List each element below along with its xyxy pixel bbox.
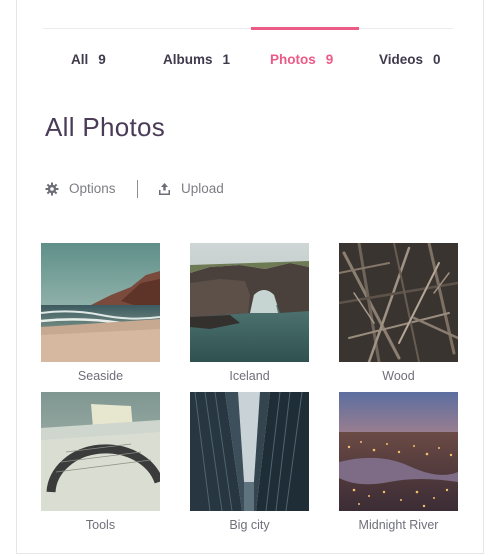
- tab-label: Videos: [379, 52, 424, 67]
- tab-all[interactable]: All 9: [71, 52, 106, 67]
- big-city-photo: [190, 392, 309, 511]
- page-title: All Photos: [45, 112, 166, 142]
- midnight-river-photo: [339, 392, 458, 511]
- photo-caption: Midnight River: [358, 518, 439, 532]
- tab-count: 9: [98, 52, 106, 67]
- photo-thumbnail-wood[interactable]: [339, 243, 458, 362]
- iceland-photo: [190, 243, 309, 362]
- photo-caption: Big city: [229, 518, 270, 532]
- photo-thumbnail-seaside[interactable]: [41, 243, 160, 362]
- photo-thumbnail-midnight-river[interactable]: [339, 392, 458, 511]
- photo-thumbnail-tools[interactable]: [41, 392, 160, 511]
- photo-thumbnail-big-city[interactable]: [190, 392, 309, 511]
- active-tab-indicator: [251, 27, 359, 30]
- tab-photos[interactable]: Photos 9: [270, 52, 333, 67]
- tab-count: 0: [433, 52, 441, 67]
- wood-photo: [339, 243, 458, 362]
- photo-thumbnail-iceland[interactable]: [190, 243, 309, 362]
- options-button[interactable]: Options: [45, 181, 116, 196]
- photo-caption: Seaside: [77, 369, 124, 383]
- photo-caption: Tools: [85, 518, 116, 532]
- options-label: Options: [69, 181, 116, 196]
- photo-caption: Iceland: [229, 369, 270, 383]
- tabs-divider: [43, 28, 453, 29]
- seaside-photo: [41, 243, 160, 362]
- tab-label: Photos: [270, 52, 316, 67]
- tab-count: 1: [222, 52, 231, 67]
- toolbar-divider: [137, 180, 138, 198]
- tab-count: 9: [325, 52, 334, 67]
- photos-panel: All 9 Albums 1 Photos 9 Videos 0 All Photos …: [16, 0, 484, 554]
- upload-button[interactable]: Upload: [158, 181, 224, 196]
- upload-label: Upload: [181, 181, 224, 196]
- tab-albums[interactable]: Albums 1: [163, 52, 230, 67]
- upload-icon: [159, 182, 170, 195]
- tools-photo: [41, 392, 160, 511]
- photo-caption: Wood: [382, 369, 415, 383]
- tab-videos[interactable]: Videos 0: [379, 52, 441, 67]
- tab-label: Albums: [163, 52, 213, 67]
- gear-icon: [45, 182, 59, 195]
- tab-label: All: [71, 52, 89, 67]
